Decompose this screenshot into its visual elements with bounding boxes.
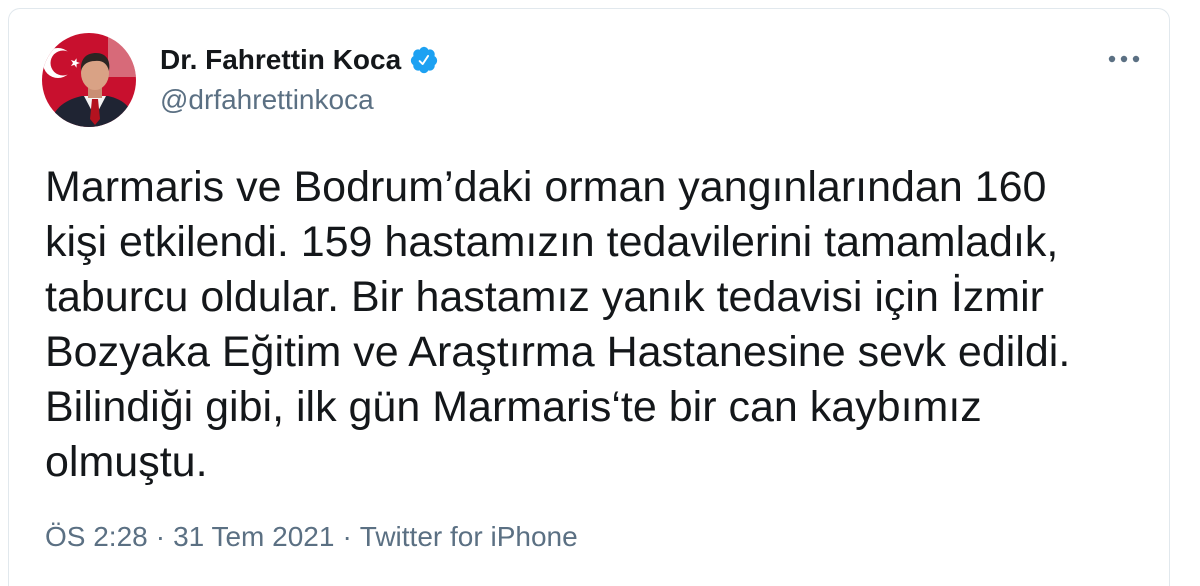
tweet-source-link[interactable]: Twitter for iPhone <box>360 521 578 552</box>
tweet-text-line: Marmaris ve Bodrum’daki orman yangınları… <box>45 163 1047 211</box>
tweet-date: 31 Tem 2021 <box>173 521 335 552</box>
timestamp-link[interactable]: ÖS 2:28 · 31 Tem 2021 <box>45 521 334 552</box>
tweet-text-line: kişi etkilendi. 159 hastamızın tedaviler… <box>45 218 1059 266</box>
tweet-text-line: taburcu oldular. Bir hastamız yanık teda… <box>45 273 1044 321</box>
tweet-text-line: olmuştu. <box>45 438 208 486</box>
more-options-icon[interactable] <box>1104 47 1144 71</box>
author-name[interactable]: Dr. Fahrettin Koca <box>160 44 401 76</box>
avatar[interactable] <box>42 33 136 127</box>
verified-badge-icon <box>409 45 439 75</box>
author-handle[interactable]: @drfahrettinkoca <box>160 84 374 116</box>
tweet-time: ÖS 2:28 <box>45 521 148 552</box>
meta-separator: · <box>342 521 352 552</box>
tweet-text-line: Bilindiği gibi, ilk gün Marmaris‘te bir … <box>45 383 982 431</box>
author-row: Dr. Fahrettin Koca <box>160 44 439 76</box>
avatar-photo <box>42 33 136 127</box>
tweet-text: Marmaris ve Bodrum’daki orman yangınları… <box>45 160 1070 490</box>
tweet-meta: ÖS 2:28 · 31 Tem 2021 · Twitter for iPhone <box>45 521 578 553</box>
meta-separator: · <box>155 521 166 552</box>
tweet-text-line: Bozyaka Eğitim ve Araştırma Hastanesine … <box>45 328 1071 376</box>
